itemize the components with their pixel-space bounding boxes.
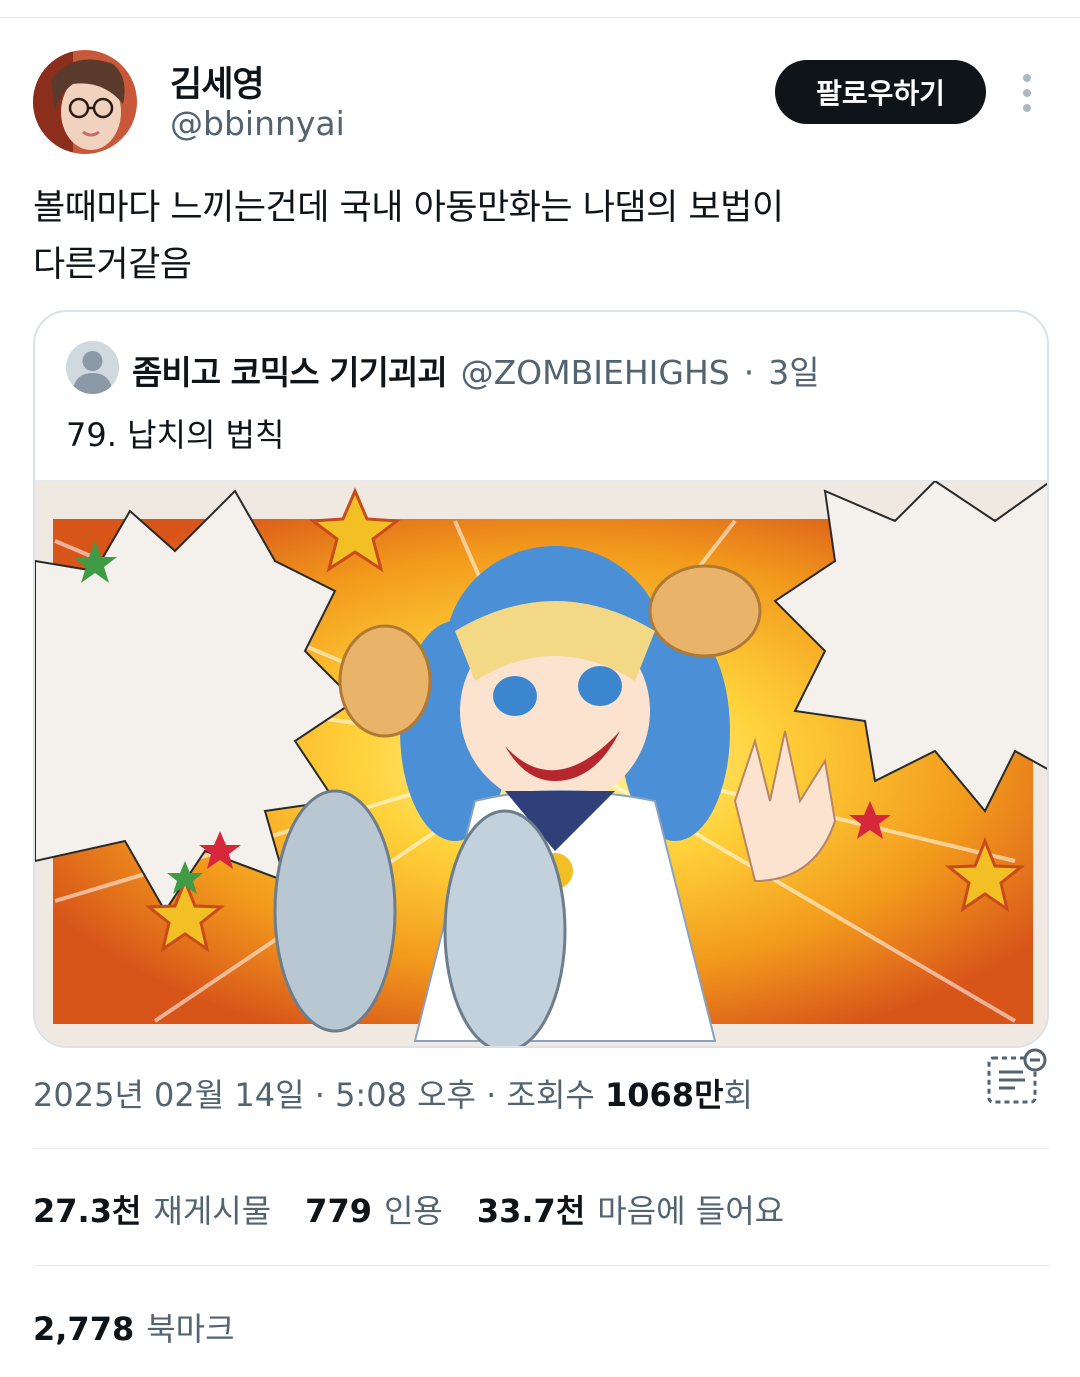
likes-count: 33.7천	[476, 1192, 586, 1230]
quoted-tweet-image[interactable]	[35, 480, 1047, 1046]
separator-dot: ·	[314, 1076, 325, 1114]
tweet-time[interactable]: 5:08 오후	[335, 1076, 476, 1114]
views-unit: 만	[694, 1076, 724, 1114]
views-suffix: 회	[723, 1076, 753, 1114]
quoted-tweet-text: 79. 납치의 법칙	[66, 416, 285, 454]
separator-dot: ·	[743, 353, 755, 392]
bookmarks-count: 2,778	[33, 1310, 135, 1348]
tweet-meta: 2025년 02월 14일 · 5:08 오후 · 조회수 1068만회	[33, 1070, 753, 1116]
tweet-line: 다른거같음	[33, 245, 192, 285]
engagement-stats: 27.3천 재게시물 779 인용 33.7천 마음에 들어요	[33, 1186, 784, 1232]
quoted-author-name: 좀비고 코믹스 기기괴괴	[132, 353, 448, 392]
quotes-stat[interactable]: 779 인용	[305, 1186, 443, 1232]
reposts-stat[interactable]: 27.3천 재게시물	[33, 1186, 271, 1232]
default-avatar-icon	[66, 341, 119, 394]
follow-button[interactable]: 팔로우하기	[775, 60, 986, 124]
reposts-label: 재게시물	[153, 1192, 272, 1230]
quoted-tweet-time: 3일	[768, 353, 820, 392]
author-avatar[interactable]	[33, 50, 137, 154]
separator-dot: ·	[486, 1076, 497, 1114]
tweet-text: 볼때마다 느끼는건데 국내 아동만화는 나댐의 보법이 다른거같음	[33, 180, 1033, 294]
views-label: 조회수	[506, 1076, 595, 1114]
analytics-icon[interactable]	[985, 1048, 1049, 1106]
reposts-count: 27.3천	[33, 1192, 142, 1230]
bookmarks-stat[interactable]: 2,778 북마크	[33, 1304, 235, 1350]
quoted-author-handle: @ZOMBIEHIGHS	[460, 353, 730, 392]
tweet-line: 볼때마다 느끼는건데 국내 아동만화는 나댐의 보법이	[33, 188, 784, 228]
more-vertical-icon[interactable]	[1011, 70, 1043, 116]
quoted-tweet-card[interactable]: 좀비고 코믹스 기기괴괴 @ZOMBIEHIGHS · 3일 79. 납치의 법…	[33, 310, 1049, 1048]
divider	[33, 1148, 1049, 1149]
bookmarks-label: 북마크	[146, 1310, 235, 1348]
author-display-name[interactable]: 김세영	[170, 56, 265, 107]
likes-label: 마음에 들어요	[597, 1192, 785, 1230]
top-divider	[0, 17, 1080, 18]
quotes-label: 인용	[383, 1192, 443, 1230]
tweet-date[interactable]: 2025년 02월 14일	[33, 1076, 305, 1114]
author-handle[interactable]: @bbinnyai	[170, 104, 345, 143]
divider	[33, 1265, 1049, 1266]
views-count: 1068	[605, 1076, 695, 1114]
likes-stat[interactable]: 33.7천 마음에 들어요	[477, 1186, 784, 1232]
quoted-tweet-header: 좀비고 코믹스 기기괴괴 @ZOMBIEHIGHS · 3일	[132, 346, 820, 394]
quotes-count: 779	[305, 1192, 372, 1230]
